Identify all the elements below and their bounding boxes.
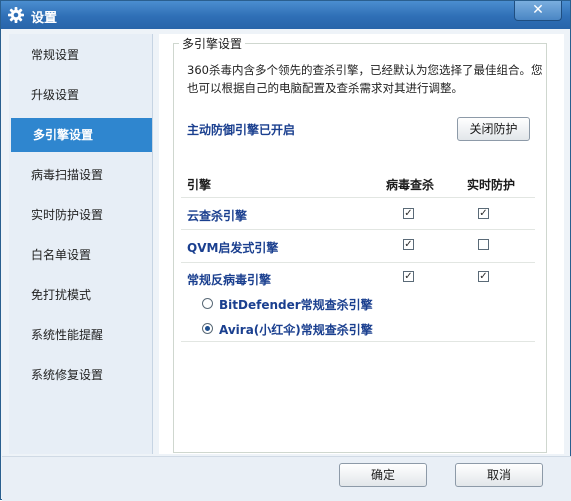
- table-divider: [181, 197, 535, 198]
- engine-name: 常规反病毒引擎: [187, 273, 272, 287]
- row-divider: [181, 262, 535, 263]
- regular-scan-checkbox[interactable]: ✓: [403, 271, 414, 282]
- title-bar[interactable]: 设置 ✕: [1, 1, 570, 29]
- cloud-realtime-checkbox[interactable]: ✓: [478, 208, 489, 219]
- column-header-engine: 引擎: [187, 178, 212, 192]
- status-text: 主动防御引擎已开启: [187, 123, 296, 137]
- column-header-scan: 病毒查杀: [386, 178, 435, 192]
- sidebar-item-realtime-protection[interactable]: 实时防护设置: [9, 198, 152, 232]
- sidebar-item-update[interactable]: 升级设置: [9, 78, 152, 112]
- window-title: 设置: [31, 11, 58, 26]
- close-button[interactable]: ✕: [514, 1, 562, 21]
- sidebar-item-do-not-disturb[interactable]: 免打扰模式: [9, 278, 152, 312]
- ok-button[interactable]: 确定: [339, 463, 427, 487]
- engine-name: QVM启发式引擎: [187, 241, 279, 255]
- avira-label[interactable]: Avira(小红伞)常规查杀引擎: [219, 321, 373, 338]
- sidebar-item-general[interactable]: 常规设置: [9, 38, 152, 72]
- description-text: 360杀毒内含多个领先的查杀引擎，已经默认为您选择了最佳组合。您也可以根据自己的…: [187, 63, 543, 95]
- cancel-button[interactable]: 取消: [455, 463, 543, 487]
- regular-realtime-checkbox[interactable]: ✓: [478, 271, 489, 282]
- qvm-realtime-checkbox[interactable]: [478, 239, 489, 250]
- cloud-scan-checkbox[interactable]: ✓: [403, 208, 414, 219]
- sidebar: 常规设置 升级设置 多引擎设置 病毒扫描设置 实时防护设置 白名单设置 免打扰模…: [9, 34, 153, 454]
- column-header-realtime: 实时防护: [467, 178, 516, 192]
- content-panel: 多引擎设置 360杀毒内含多个领先的查杀引擎，已经默认为您选择了最佳组合。您也可…: [159, 34, 564, 454]
- qvm-scan-checkbox[interactable]: ✓: [403, 239, 414, 250]
- row-divider: [181, 341, 535, 342]
- sidebar-item-multi-engine[interactable]: 多引擎设置: [11, 118, 152, 152]
- disable-protection-button[interactable]: 关闭防护: [457, 117, 530, 141]
- engine-name: 云查杀引擎: [187, 209, 248, 223]
- close-icon: ✕: [532, 2, 544, 18]
- row-divider: [181, 229, 535, 230]
- group-title: 多引擎设置: [179, 35, 246, 52]
- sidebar-item-whitelist[interactable]: 白名单设置: [9, 238, 152, 272]
- avira-radio[interactable]: [202, 323, 213, 334]
- bitdefender-radio[interactable]: [202, 298, 213, 309]
- bitdefender-label[interactable]: BitDefender常规查杀引擎: [219, 296, 373, 313]
- sidebar-item-system-repair[interactable]: 系统修复设置: [9, 358, 152, 392]
- settings-window: 设置 ✕ 常规设置 升级设置 多引擎设置 病毒扫描设置 实时防护设置 白名单设置…: [0, 0, 571, 501]
- sidebar-item-performance-alert[interactable]: 系统性能提醒: [9, 318, 152, 352]
- dialog-footer: 确定 取消: [2, 456, 571, 501]
- gear-icon: [7, 6, 25, 24]
- sidebar-item-virus-scan[interactable]: 病毒扫描设置: [9, 158, 152, 192]
